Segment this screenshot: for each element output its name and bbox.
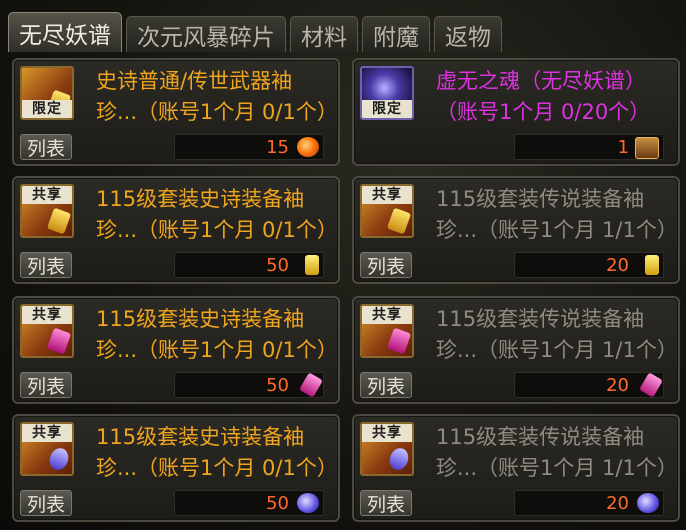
shop-item-card[interactable]: 限定 虚无之魂（无尽妖谱） （账号1个月 0/20个） 1 <box>352 58 680 166</box>
item-title-line2: 珍...（账号1个月 0/1个） <box>96 456 336 480</box>
item-title-line1: 115级套装史诗装备袖 <box>96 307 305 331</box>
price-box: 20 <box>514 252 664 278</box>
limited-badge: 限定 <box>362 100 412 118</box>
ruby-crystal-icon <box>46 327 72 355</box>
fire-orb-icon <box>297 137 319 157</box>
sapphire-icon <box>386 445 412 473</box>
shop-item-card[interactable]: 共享 列表 115级套装传说装备袖 珍...（账号1个月 1/1个） 20 <box>352 414 680 522</box>
shared-badge: 共享 <box>362 306 412 324</box>
epic-box-sapphire-icon[interactable]: 共享 <box>20 422 74 476</box>
shared-badge: 共享 <box>22 424 72 442</box>
shop-item-card[interactable]: 共享 列表 115级套装史诗装备袖 珍...（账号1个月 0/1个） 50 <box>12 176 340 284</box>
list-button[interactable]: 列表 <box>20 134 72 160</box>
legend-box-sapphire-icon[interactable]: 共享 <box>360 422 414 476</box>
price-box: 50 <box>174 252 324 278</box>
shared-badge: 共享 <box>362 424 412 442</box>
price-value: 20 <box>606 492 629 514</box>
shop-item-card[interactable]: 共享 列表 115级套装史诗装备袖 珍...（账号1个月 0/1个） 50 <box>12 296 340 404</box>
item-title: 115级套装史诗装备袖 珍...（账号1个月 0/1个） <box>96 184 336 246</box>
shared-badge: 共享 <box>362 186 412 204</box>
ruby-crystal-icon <box>299 372 323 398</box>
list-button[interactable]: 列表 <box>360 252 412 278</box>
list-button[interactable]: 列表 <box>20 372 72 398</box>
ruby-crystal-icon <box>639 372 663 398</box>
sapphire-icon <box>46 445 72 473</box>
shared-badge: 共享 <box>22 186 72 204</box>
list-button[interactable]: 列表 <box>20 490 72 516</box>
item-title-line2: 珍...（账号1个月 0/1个） <box>96 218 336 242</box>
price-box: 20 <box>514 372 664 398</box>
item-title: 115级套装传说装备袖 珍...（账号1个月 1/1个） <box>436 184 676 246</box>
sapphire-icon <box>297 493 319 513</box>
ruby-crystal-icon <box>386 327 412 355</box>
item-title-line2: 珍...（账号1个月 1/1个） <box>436 218 676 242</box>
price-value: 15 <box>266 136 289 158</box>
price-value: 20 <box>606 374 629 396</box>
item-title-line1: 115级套装传说装备袖 <box>436 425 645 449</box>
item-title-line1: 史诗普通/传世武器袖 <box>96 69 293 93</box>
shop-item-card[interactable]: 共享 列表 115级套装史诗装备袖 珍...（账号1个月 0/1个） 50 <box>12 414 340 522</box>
shop-item-grid: 限定 列表 史诗普通/传世武器袖 珍...（账号1个月 0/1个） 15 限定 … <box>0 0 686 530</box>
item-title-line1: 115级套装传说装备袖 <box>436 187 645 211</box>
shop-item-card[interactable]: 限定 列表 史诗普通/传世武器袖 珍...（账号1个月 0/1个） 15 <box>12 58 340 166</box>
item-title-line1: 虚无之魂（无尽妖谱） <box>436 69 646 93</box>
list-button[interactable]: 列表 <box>360 490 412 516</box>
price-value: 1 <box>617 136 629 158</box>
item-title: 115级套装史诗装备袖 珍...（账号1个月 0/1个） <box>96 304 336 366</box>
sapphire-icon <box>637 493 659 513</box>
gold-bar-icon <box>645 255 659 275</box>
list-button[interactable]: 列表 <box>360 372 412 398</box>
epic-box-gold-icon[interactable]: 共享 <box>20 184 74 238</box>
item-title: 115级套装传说装备袖 珍...（账号1个月 1/1个） <box>436 304 676 366</box>
price-value: 50 <box>266 374 289 396</box>
item-title: 史诗普通/传世武器袖 珍...（账号1个月 0/1个） <box>96 66 336 128</box>
item-title-line2: 珍...（账号1个月 1/1个） <box>436 338 676 362</box>
price-value: 20 <box>606 254 629 276</box>
weapon-chest-icon[interactable]: 限定 <box>20 66 74 120</box>
item-title-line2: 珍...（账号1个月 0/1个） <box>96 338 336 362</box>
item-title: 虚无之魂（无尽妖谱） （账号1个月 0/20个） <box>436 66 676 128</box>
gold-bar-icon <box>386 207 412 235</box>
item-title-line1: 115级套装史诗装备袖 <box>96 187 305 211</box>
item-title: 115级套装传说装备袖 珍...（账号1个月 1/1个） <box>436 422 676 484</box>
legend-box-gold-icon[interactable]: 共享 <box>360 184 414 238</box>
gold-bar-icon <box>305 255 319 275</box>
legend-box-ruby-icon[interactable]: 共享 <box>360 304 414 358</box>
shop-item-card[interactable]: 共享 列表 115级套装传说装备袖 珍...（账号1个月 1/1个） 20 <box>352 296 680 404</box>
item-title-line1: 115级套装史诗装备袖 <box>96 425 305 449</box>
price-value: 50 <box>266 492 289 514</box>
item-title-line2: 珍...（账号1个月 0/1个） <box>96 100 336 124</box>
limited-badge: 限定 <box>22 100 72 118</box>
price-box: 15 <box>174 134 324 160</box>
item-title-line1: 115级套装传说装备袖 <box>436 307 645 331</box>
list-button[interactable]: 列表 <box>20 252 72 278</box>
price-box: 50 <box>174 490 324 516</box>
price-box: 20 <box>514 490 664 516</box>
price-box: 50 <box>174 372 324 398</box>
epic-box-ruby-icon[interactable]: 共享 <box>20 304 74 358</box>
chest-icon <box>635 137 659 159</box>
price-box: 1 <box>514 134 664 160</box>
item-title-line2: 珍...（账号1个月 1/1个） <box>436 456 676 480</box>
item-title: 115级套装史诗装备袖 珍...（账号1个月 0/1个） <box>96 422 336 484</box>
price-value: 50 <box>266 254 289 276</box>
item-title-line2: （账号1个月 0/20个） <box>436 100 651 124</box>
shop-item-card[interactable]: 共享 列表 115级套装传说装备袖 珍...（账号1个月 1/1个） 20 <box>352 176 680 284</box>
void-soul-icon[interactable]: 限定 <box>360 66 414 120</box>
gold-bar-icon <box>46 207 72 235</box>
shared-badge: 共享 <box>22 306 72 324</box>
